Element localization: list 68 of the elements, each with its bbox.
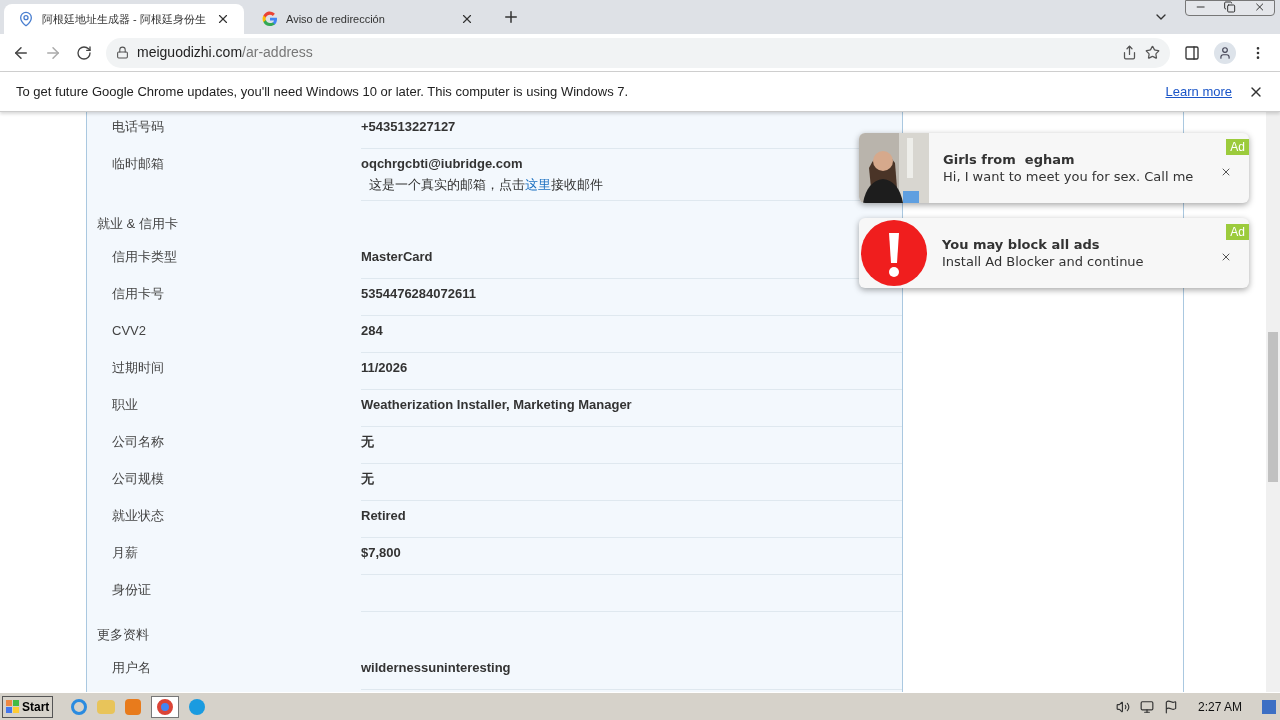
scrollbar[interactable]: [1266, 112, 1280, 692]
ad-notification[interactable]: Girls from egham Hi, I want to meet you for sex. Call me Ad: [859, 133, 1249, 203]
tab-title: 阿根廷地址生成器 - 阿根廷身份生: [42, 11, 207, 27]
field-label: 就业状态: [112, 507, 165, 525]
field-value: oqchrgcbti@iubridge.com: [361, 155, 523, 173]
field-value: 284: [361, 322, 383, 340]
field-value: Weatherization Installer, Marketing Manager: [361, 396, 632, 414]
field-value: 11/2026: [361, 359, 408, 377]
field-label: 信用卡号: [112, 285, 165, 303]
here-link[interactable]: 这里: [525, 177, 551, 192]
field-label: 公司名称: [112, 433, 165, 451]
field-label: 月薪: [112, 544, 139, 562]
windows-logo-icon: [6, 699, 20, 714]
learn-more-link[interactable]: Learn more: [1165, 81, 1232, 102]
bookmark-star-icon[interactable]: [1145, 45, 1160, 60]
network-icon[interactable]: [1139, 699, 1154, 714]
ad-notification[interactable]: You may block all ads Install Ad Blocker and continue Ad: [859, 218, 1249, 288]
ad-title: You may block all ads: [942, 236, 1101, 253]
field-label: 信用卡类型: [112, 248, 178, 266]
section-heading: 就业 & 信用卡: [97, 214, 178, 233]
section-heading: 更多资料: [97, 625, 149, 644]
url-text: meiguodizhi.com/ar-address: [137, 43, 314, 62]
close-icon[interactable]: [216, 12, 230, 26]
google-icon: [262, 11, 278, 27]
flag-icon[interactable]: [1163, 699, 1178, 714]
start-button[interactable]: Start: [2, 695, 54, 718]
exclamation-icon: [860, 219, 928, 287]
field-label: 公司规模: [112, 470, 165, 488]
field-value: 5354476284072611: [361, 285, 476, 303]
field-label: 临时邮箱: [112, 155, 165, 173]
field-value: $7,800: [361, 544, 401, 562]
browser-tab[interactable]: 阿根廷地址生成器 - 阿根廷身份生: [4, 4, 244, 34]
field-label: 职业: [112, 396, 139, 414]
map-pin-icon: [18, 11, 34, 27]
infobar-message: To get future Google Chrome updates, you'll need Windows 10 or later. This computer is using Windows 7.: [16, 82, 630, 101]
ad-text: Hi, I want to meet you for sex. Call me: [943, 168, 1194, 185]
share-icon[interactable]: [1122, 45, 1137, 60]
profile-icon[interactable]: [1214, 41, 1236, 64]
ad-text: Install Ad Blocker and continue: [942, 253, 1144, 270]
field-value: wildernessuninteresting: [361, 659, 511, 677]
field-value: 无: [361, 433, 374, 451]
browser-tab[interactable]: Aviso de redirección: [248, 4, 488, 34]
tab-title: Aviso de redirección: [286, 11, 386, 27]
field-label: 用户名: [112, 659, 152, 677]
email-note: 这是一个真实的邮箱，点击这里接收邮件: [369, 176, 603, 194]
chrome-icon[interactable]: [151, 695, 180, 718]
new-tab-icon[interactable]: [502, 8, 520, 26]
side-panel-icon[interactable]: [1184, 44, 1200, 61]
close-icon[interactable]: [1220, 166, 1232, 178]
clock[interactable]: 2:27 AM: [1197, 697, 1242, 716]
field-value: MasterCard: [361, 248, 433, 266]
field-label: 电话号码: [112, 118, 165, 136]
close-icon[interactable]: [460, 12, 474, 26]
field-value: +543513227127: [361, 118, 456, 136]
field-label: 过期时间: [112, 359, 165, 377]
show-desktop-button[interactable]: [1262, 699, 1276, 714]
lock-icon: [116, 46, 129, 59]
field-value: Retired: [361, 507, 406, 525]
reload-icon[interactable]: [76, 44, 92, 61]
address-field[interactable]: meiguodizhi.com/ar-address: [106, 37, 1170, 68]
ad-badge: Ad: [1226, 139, 1249, 155]
field-value: 无: [361, 470, 374, 488]
field-label: CVV2: [112, 322, 147, 340]
close-icon[interactable]: [1220, 251, 1232, 263]
ad-badge: Ad: [1226, 224, 1249, 240]
field-label: 身份证: [112, 581, 152, 599]
volume-icon[interactable]: [1115, 699, 1130, 714]
ad-title: Girls from egham: [943, 151, 1076, 168]
